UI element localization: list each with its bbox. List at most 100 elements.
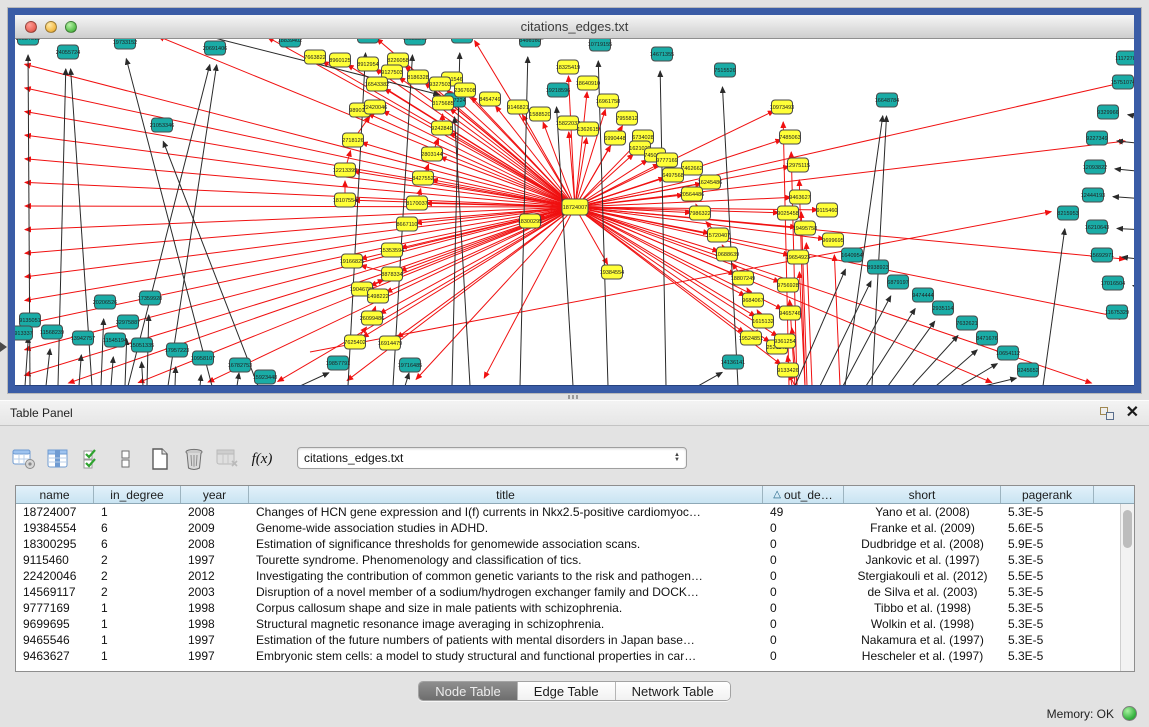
table-row[interactable]: 946362711997Embryonic stem cells: a mode… <box>16 648 1134 664</box>
table-cell: Corpus callosum shape and size in male p… <box>249 600 763 616</box>
graph-node-label: 9463627 <box>789 195 810 201</box>
table-cell: Franke et al. (2009) <box>844 520 1001 536</box>
minimize-window-button[interactable] <box>45 21 57 33</box>
close-window-button[interactable] <box>25 21 37 33</box>
graph-node-label: 17359928 <box>138 296 162 302</box>
table-cell: 14569117 <box>16 584 94 600</box>
graph-node-label: 8170037 <box>406 201 427 207</box>
graph-node-label: 21053346 <box>150 123 174 129</box>
window-titlebar[interactable]: citations_edges.txt <box>15 15 1134 39</box>
table-cell: Investigating the contribution of common… <box>249 568 763 584</box>
table-cell: 1997 <box>181 632 249 648</box>
graph-node-label: 9327503 <box>429 82 450 88</box>
graph-edge <box>1117 141 1134 144</box>
graph-node-label: 16245486 <box>698 180 722 186</box>
graph-node-label: 8215953 <box>1057 211 1078 217</box>
table-cell: 5.5E-5 <box>1001 568 1094 584</box>
graph-edge <box>960 364 997 385</box>
graph-edge <box>79 355 81 385</box>
graph-node-label: 14136141 <box>721 360 745 366</box>
column-header-in_degree[interactable]: in_degree <box>94 486 181 503</box>
graph-node-label: 9699695 <box>822 238 843 244</box>
graph-node-label: 10719155 <box>588 42 612 48</box>
table-cell: 1 <box>94 632 181 648</box>
table-row[interactable]: 977716911998Corpus callosum shape and si… <box>16 600 1134 616</box>
graph-node-label: 9127503 <box>381 70 402 76</box>
table-row[interactable]: 1456911722003Disruption of a novel membe… <box>16 584 1134 600</box>
new-document-icon <box>150 447 170 471</box>
table-row[interactable]: 2242004622012Investigating the contribut… <box>16 568 1134 584</box>
table-cell: 0 <box>763 648 844 664</box>
graph-node-label: 18839402 <box>278 39 302 44</box>
table-tabs: Node TableEdge TableNetwork Table <box>0 681 1149 701</box>
table-select-dropdown[interactable]: citations_edges.txt ▲▼ <box>297 447 687 469</box>
delete-table-button[interactable] <box>180 446 208 472</box>
graph-node-label: 9135051 <box>19 318 40 324</box>
table-cell: Jankovic et al. (1997) <box>844 552 1001 568</box>
network-window: citations_edges.txt 20337513240557241973… <box>8 8 1141 393</box>
table-header-row: namein_degreeyeartitle△out_de…shortpager… <box>16 486 1134 504</box>
table-cell: 6 <box>94 536 181 552</box>
graph-node-label: 1527602 <box>451 39 472 40</box>
table-cell: Stergiakouli et al. (2012) <box>844 568 1001 584</box>
table-settings-button[interactable] <box>10 446 38 472</box>
table-cell: 5.3E-5 <box>1001 648 1094 664</box>
zoom-window-button[interactable] <box>65 21 77 33</box>
scrollbar-thumb[interactable] <box>1123 510 1132 548</box>
table-cell: 2012 <box>181 568 249 584</box>
graph-edge <box>46 349 50 385</box>
table-scrollbar[interactable] <box>1120 504 1134 671</box>
float-panel-icon[interactable] <box>1100 407 1114 420</box>
graph-edge <box>1117 228 1134 230</box>
column-header-out_de[interactable]: △out_de… <box>763 486 844 503</box>
new-table-button[interactable] <box>146 446 174 472</box>
tab-node-table[interactable]: Node Table <box>419 682 518 700</box>
table-row[interactable]: 969969511998Structural magnetic resonanc… <box>16 616 1134 632</box>
graph-node-label: 8186328 <box>407 75 428 81</box>
graph-node-label: 9025458 <box>777 211 798 217</box>
graph-node-label: 19857791 <box>326 361 350 367</box>
show-columns-button[interactable] <box>44 446 72 472</box>
graph-edge <box>175 367 176 385</box>
trash-icon <box>183 447 205 471</box>
graph-node-label: 12213399 <box>333 168 357 174</box>
graph-edge <box>25 206 575 207</box>
table-row[interactable]: 1872400712008Changes of HCN gene express… <box>16 504 1134 520</box>
column-header-title[interactable]: title <box>249 486 763 503</box>
table-row[interactable]: 1830029562008Estimation of significance … <box>16 536 1134 552</box>
graph-edge <box>300 373 329 385</box>
table-cell: 18300295 <box>16 536 94 552</box>
column-header-short[interactable]: short <box>844 486 1001 503</box>
tab-segment-control: Node TableEdge TableNetwork Table <box>418 681 731 701</box>
graph-node-label: 7625402 <box>344 340 365 346</box>
column-header-pagerank[interactable]: pagerank <box>1001 486 1094 503</box>
graph-node-label: 10653257 <box>356 39 380 40</box>
function-builder-button[interactable]: f(x) <box>248 446 276 472</box>
table-cell: Dudbridge et al. (2008) <box>844 536 1001 552</box>
table-row[interactable]: 946554611997Estimation of the future num… <box>16 632 1134 648</box>
tab-edge-table[interactable]: Edge Table <box>518 682 616 700</box>
network-canvas[interactable]: 2033751324055724197331522069140618839402… <box>15 39 1134 385</box>
column-header-year[interactable]: year <box>181 486 249 503</box>
graph-edge <box>416 207 575 379</box>
table-row[interactable]: 911546021997Tourette syndrome. Phenomeno… <box>16 552 1134 568</box>
table-cell: Genome-wide association studies in ADHD. <box>249 520 763 536</box>
tab-network-table[interactable]: Network Table <box>616 682 730 700</box>
graph-node-label: 7955812 <box>616 116 637 122</box>
table-row[interactable]: 1938455462009Genome-wide association stu… <box>16 520 1134 536</box>
graph-node-label: 18300295 <box>518 219 542 225</box>
network-canvas-svg[interactable]: 2033751324055724197331522069140618839402… <box>15 39 1134 385</box>
table-cell: 1998 <box>181 600 249 616</box>
deselect-all-button[interactable] <box>112 446 140 472</box>
window-title: citations_edges.txt <box>15 19 1134 34</box>
graph-node-label: 10973493 <box>770 105 794 111</box>
graph-edge <box>575 207 755 316</box>
table-cell: de Silva et al. (2003) <box>844 584 1001 600</box>
graph-node-label: 11675329 <box>1105 310 1129 316</box>
select-all-button[interactable] <box>78 446 106 472</box>
column-header-name[interactable]: name <box>16 486 94 503</box>
import-table-button[interactable] <box>214 446 242 472</box>
close-panel-icon[interactable]: ✕ <box>1126 406 1139 420</box>
graph-node-label: 3913337 <box>15 331 33 337</box>
table-cell: 1998 <box>181 616 249 632</box>
